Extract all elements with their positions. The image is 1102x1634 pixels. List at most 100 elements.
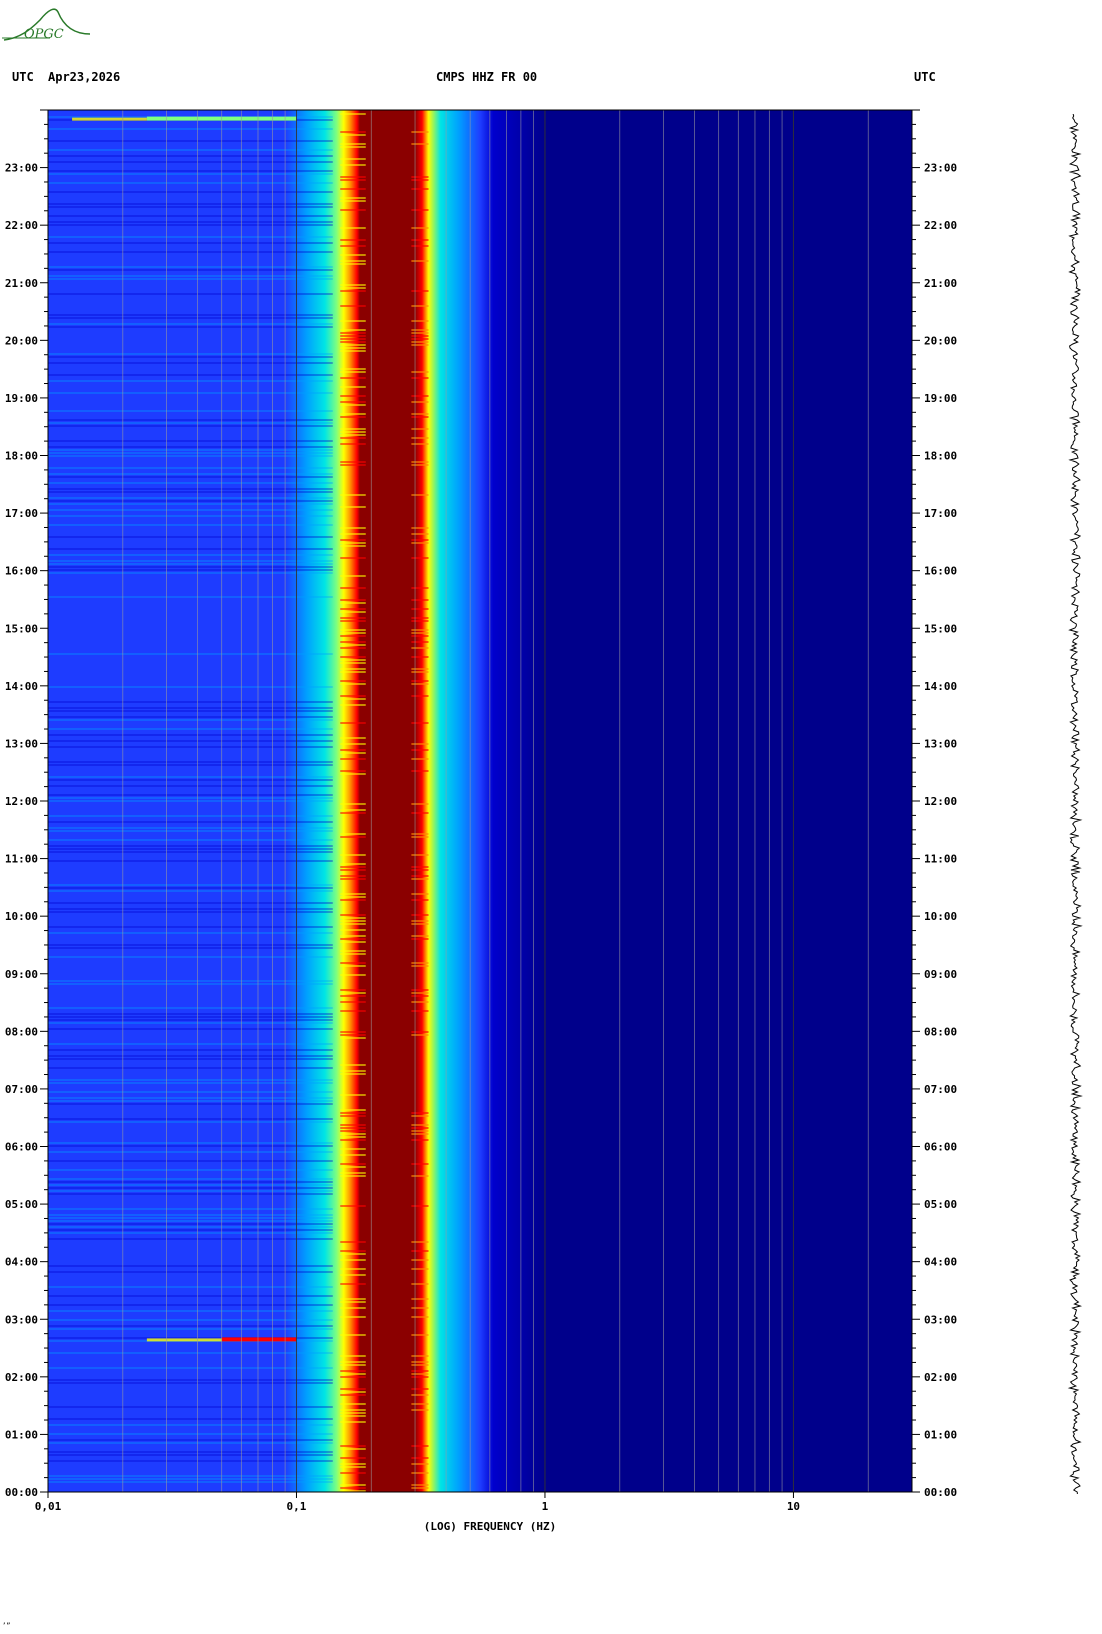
peak-stripe	[340, 506, 366, 508]
time-stripe	[48, 1178, 333, 1180]
y-tick-label-left: 18:00	[5, 450, 38, 463]
time-stripe	[48, 515, 333, 517]
peak-stripe	[340, 143, 366, 145]
peak-stripe	[340, 620, 366, 622]
time-stripe	[48, 1460, 333, 1462]
time-stripe	[48, 926, 333, 928]
peak-stripe	[340, 494, 366, 496]
peak-stripe	[411, 1307, 429, 1309]
time-stripe	[48, 572, 333, 574]
peak-stripe	[340, 164, 366, 166]
peak-stripe	[340, 1037, 366, 1039]
peak-stripe	[340, 1112, 366, 1114]
time-stripe	[48, 440, 333, 442]
y-tick-label-right: 06:00	[924, 1141, 957, 1154]
time-stripe	[48, 1454, 333, 1456]
peak-stripe	[411, 395, 429, 397]
peak-stripe	[340, 134, 366, 136]
peak-stripe	[340, 704, 366, 706]
peak-stripe	[340, 812, 366, 814]
peak-stripe	[340, 833, 366, 835]
peak-stripe	[411, 1457, 429, 1459]
peak-stripe	[340, 869, 366, 871]
peak-stripe	[411, 338, 429, 340]
peak-stripe	[340, 1466, 366, 1468]
time-stripe	[48, 653, 333, 655]
y-tick-label-left: 06:00	[5, 1141, 38, 1154]
y-tick-label-right: 04:00	[924, 1256, 957, 1269]
time-stripe	[48, 251, 333, 253]
peak-stripe	[340, 1487, 366, 1489]
peak-stripe	[340, 587, 366, 589]
peak-stripe	[340, 1124, 366, 1126]
peak-stripe	[411, 1163, 429, 1165]
peak-stripe	[411, 749, 429, 751]
time-stripe	[48, 1118, 333, 1120]
peak-stripe	[340, 428, 366, 430]
peak-stripe	[411, 836, 429, 838]
peak-stripe	[411, 1133, 429, 1135]
peak-stripe	[340, 209, 366, 211]
y-tick-label-left: 23:00	[5, 162, 38, 175]
peak-stripe	[340, 659, 366, 661]
peak-stripe	[340, 332, 366, 334]
peak-stripe	[340, 239, 366, 241]
seismogram-path	[1067, 114, 1083, 1494]
peak-stripe	[340, 920, 366, 922]
peak-stripe	[340, 1133, 366, 1135]
time-stripe	[48, 827, 333, 829]
peak-stripe	[340, 680, 366, 682]
peak-stripe	[340, 854, 366, 856]
time-stripe	[48, 716, 333, 718]
peak-stripe	[411, 656, 429, 658]
peak-stripe	[340, 668, 366, 670]
peak-stripe	[411, 1010, 429, 1012]
peak-stripe	[411, 854, 429, 856]
peak-stripe	[411, 188, 429, 190]
peak-stripe	[340, 1163, 366, 1165]
peak-stripe	[340, 350, 366, 352]
time-stripe	[48, 425, 333, 427]
peak-stripe	[340, 1355, 366, 1357]
time-stripe	[48, 1328, 333, 1330]
peak-stripe	[411, 866, 429, 868]
time-stripe	[48, 563, 333, 565]
peak-stripe	[411, 878, 429, 880]
time-stripe	[48, 170, 333, 172]
peak-stripe	[340, 1172, 366, 1174]
peak-stripe	[340, 533, 366, 535]
time-stripe	[48, 1352, 333, 1354]
time-stripe	[48, 1193, 333, 1195]
y-tick-label-left: 05:00	[5, 1198, 38, 1211]
peak-stripe	[411, 803, 429, 805]
peak-stripe	[411, 647, 429, 649]
peak-stripe	[340, 1307, 366, 1309]
y-tick-label-right: 11:00	[924, 853, 957, 866]
peak-stripe	[340, 305, 366, 307]
time-stripe	[48, 278, 333, 280]
peak-stripe	[340, 1448, 366, 1450]
peak-stripe	[411, 533, 429, 535]
time-stripe	[48, 1295, 333, 1297]
peak-stripe	[340, 1241, 366, 1243]
time-stripe	[48, 1082, 333, 1084]
peak-stripe	[340, 1409, 366, 1411]
y-tick-label-left: 22:00	[5, 219, 38, 232]
peak-stripe	[411, 1403, 429, 1405]
time-stripe	[48, 269, 333, 271]
peak-stripe	[340, 1259, 366, 1261]
peak-stripe	[411, 1373, 429, 1375]
y-tick-label-left: 15:00	[5, 622, 38, 635]
spectrogram-chart: 00:00 00:00 01:00 01:00 02:00 02:00 03:00 03:00…	[5, 109, 957, 1533]
time-stripe	[48, 362, 333, 364]
time-stripe	[48, 1418, 333, 1420]
y-tick-label-left: 12:00	[5, 795, 38, 808]
peak-stripe	[340, 1394, 366, 1396]
peak-stripe	[411, 227, 429, 229]
peak-stripe	[411, 620, 429, 622]
time-stripe	[48, 497, 333, 499]
time-stripe	[48, 764, 333, 766]
time-stripe	[48, 1265, 333, 1267]
peak-stripe	[340, 1115, 366, 1117]
y-tick-label-left: 11:00	[5, 853, 38, 866]
